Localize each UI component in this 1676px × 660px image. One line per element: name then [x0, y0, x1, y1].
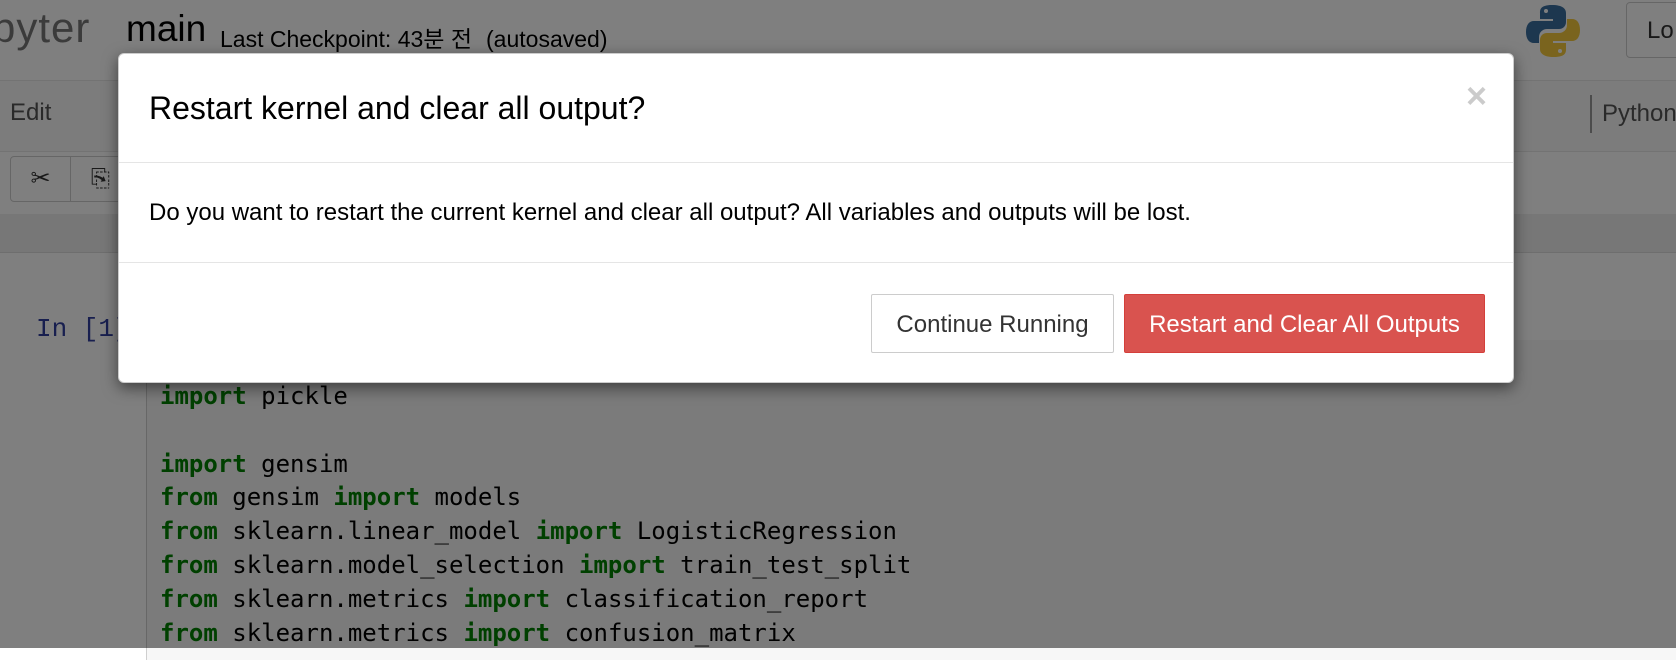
dialog-header: Restart kernel and clear all output? × — [119, 54, 1513, 163]
dialog-footer: Continue Running Restart and Clear All O… — [119, 263, 1513, 384]
dialog-body: Do you want to restart the current kerne… — [119, 163, 1513, 263]
restart-dialog: Restart kernel and clear all output? × D… — [118, 53, 1514, 383]
dialog-message: Do you want to restart the current kerne… — [149, 199, 1191, 226]
close-icon[interactable]: × — [1466, 78, 1487, 114]
dialog-title: Restart kernel and clear all output? — [149, 90, 646, 126]
continue-running-button[interactable]: Continue Running — [871, 294, 1114, 353]
restart-clear-button[interactable]: Restart and Clear All Outputs — [1124, 294, 1485, 353]
